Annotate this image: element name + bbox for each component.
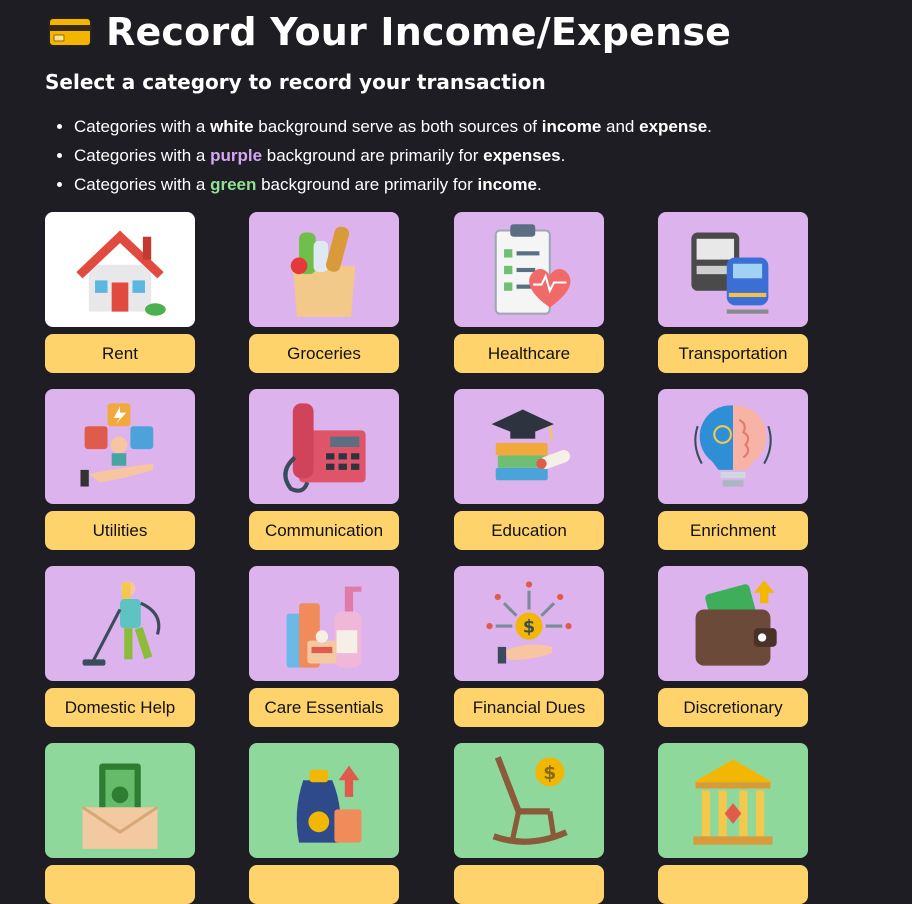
svg-text:$: $: [543, 763, 556, 784]
category-label-button[interactable]: Healthcare: [454, 334, 604, 373]
category-transportation[interactable]: Transportation: [658, 212, 808, 373]
credit-card-icon: [48, 17, 92, 47]
category-discretionary[interactable]: Discretionary: [658, 566, 808, 727]
category-image[interactable]: [454, 212, 604, 327]
category-image[interactable]: [249, 566, 399, 681]
category-label-button[interactable]: [658, 865, 808, 904]
category-income-tile[interactable]: [45, 743, 195, 904]
category-image[interactable]: [658, 743, 808, 858]
category-image[interactable]: [454, 389, 604, 504]
category-image[interactable]: [45, 389, 195, 504]
category-label-button[interactable]: [45, 865, 195, 904]
page-header: Record Your Income/Expense: [48, 10, 731, 54]
category-rent[interactable]: Rent: [45, 212, 195, 373]
category-image[interactable]: $: [454, 743, 604, 858]
money-bag-growth-icon: [296, 765, 362, 843]
page-title: Record Your Income/Expense: [106, 10, 732, 54]
category-domestic-help[interactable]: Domestic Help: [45, 566, 195, 727]
svg-text:$: $: [523, 617, 535, 637]
category-image[interactable]: [249, 389, 399, 504]
utilities-hand-icon: [80, 402, 154, 487]
category-label-button[interactable]: Utilities: [45, 511, 195, 550]
bank-building-icon: [693, 758, 773, 845]
lightbulb-brain-icon: [694, 404, 772, 487]
note-white: Categories with a white background serve…: [74, 112, 712, 141]
category-groceries[interactable]: Groceries: [249, 212, 399, 373]
category-label-button[interactable]: [454, 865, 604, 904]
category-label-button[interactable]: Groceries: [249, 334, 399, 373]
category-label-button[interactable]: Domestic Help: [45, 688, 195, 727]
category-income-tile[interactable]: $: [454, 743, 604, 904]
category-image[interactable]: [45, 566, 195, 681]
category-healthcare[interactable]: Healthcare: [454, 212, 604, 373]
category-enrichment[interactable]: Enrichment: [658, 389, 808, 550]
category-label-button[interactable]: [249, 865, 399, 904]
note-green: Categories with a green background are p…: [74, 170, 712, 199]
books-graduation-cap-icon: [491, 409, 571, 480]
toiletries-icon: [286, 586, 362, 668]
category-image[interactable]: $: [454, 566, 604, 681]
category-image[interactable]: [45, 212, 195, 327]
wallet-icon: [695, 579, 777, 666]
category-income-tile[interactable]: [249, 743, 399, 904]
note-purple: Categories with a purple background are …: [74, 141, 712, 170]
category-image[interactable]: [249, 743, 399, 858]
category-income-tile[interactable]: [658, 743, 808, 904]
rocking-chair-coin-icon: $: [492, 755, 568, 845]
grocery-bag-icon: [290, 226, 356, 317]
category-label-button[interactable]: Communication: [249, 511, 399, 550]
category-label-button[interactable]: Education: [454, 511, 604, 550]
category-label-button[interactable]: Care Essentials: [249, 688, 399, 727]
clipboard-heart-icon: [494, 223, 571, 315]
category-utilities[interactable]: Utilities: [45, 389, 195, 550]
bus-train-icon: [691, 232, 769, 314]
category-image[interactable]: [658, 566, 808, 681]
category-image[interactable]: [658, 389, 808, 504]
category-label-button[interactable]: Rent: [45, 334, 195, 373]
category-image[interactable]: [249, 212, 399, 327]
category-education[interactable]: Education: [454, 389, 604, 550]
category-image[interactable]: [658, 212, 808, 327]
category-care-essentials[interactable]: Care Essentials: [249, 566, 399, 727]
category-financial-dues[interactable]: $ Financial Dues: [454, 566, 604, 727]
hand-coin-arrows-icon: $: [486, 580, 572, 664]
category-label-button[interactable]: Transportation: [658, 334, 808, 373]
category-communication[interactable]: Communication: [249, 389, 399, 550]
category-label-button[interactable]: Enrichment: [658, 511, 808, 550]
category-image[interactable]: [45, 743, 195, 858]
person-vacuum-icon: [82, 580, 161, 666]
legend-notes: Categories with a white background serve…: [45, 112, 712, 199]
money-envelope-icon: [81, 763, 159, 849]
category-label-button[interactable]: Discretionary: [658, 688, 808, 727]
telephone-icon: [283, 402, 366, 493]
category-label-button[interactable]: Financial Dues: [454, 688, 604, 727]
house-icon: [76, 229, 166, 316]
page-subtitle: Select a category to record your transac…: [45, 70, 546, 94]
